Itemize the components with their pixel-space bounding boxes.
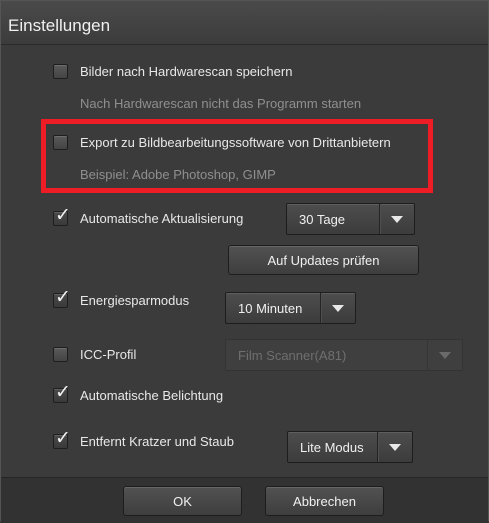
update-interval-dropdown[interactable]: 30 Tage bbox=[286, 203, 415, 235]
auto-exposure-checkbox[interactable]: ✓ bbox=[53, 383, 71, 403]
icc-profile-label: ICC-Profil bbox=[80, 347, 137, 362]
checkmark-icon: ✓ bbox=[55, 382, 71, 403]
hardware-scan-save-checkbox[interactable] bbox=[53, 64, 68, 79]
scratch-mode-dropdown[interactable]: Lite Modus bbox=[287, 431, 413, 463]
energy-saving-label: Energiesparmodus bbox=[80, 293, 190, 308]
title-bar: Einstellungen bbox=[1, 1, 488, 45]
checkmark-icon: ✓ bbox=[55, 428, 71, 449]
energy-timeout-dropdown[interactable]: 10 Minuten bbox=[225, 292, 356, 324]
scratch-removal-checkbox[interactable]: ✓ bbox=[53, 429, 71, 449]
hardware-scan-save-option[interactable]: Bilder nach Hardwarescan speichern bbox=[53, 64, 292, 79]
icc-profile-value: Film Scanner(A81) bbox=[238, 347, 347, 363]
auto-update-label: Automatische Aktualisierung bbox=[80, 211, 244, 226]
icc-profile-checkbox[interactable] bbox=[53, 347, 68, 362]
chevron-down-icon bbox=[428, 340, 462, 370]
energy-timeout-value: 10 Minuten bbox=[238, 300, 303, 316]
ok-button[interactable]: OK bbox=[123, 486, 242, 516]
auto-exposure-option[interactable]: ✓ Automatische Belichtung bbox=[53, 383, 224, 403]
cancel-button[interactable]: Abbrechen bbox=[265, 486, 384, 516]
energy-saving-option[interactable]: ✓ Energiesparmodus bbox=[53, 288, 190, 308]
update-interval-value: 30 Tage bbox=[299, 211, 346, 227]
auto-update-option[interactable]: ✓ Automatische Aktualisierung bbox=[53, 206, 244, 226]
checkmark-icon: ✓ bbox=[55, 287, 71, 308]
hardware-scan-hint: Nach Hardwarescan nicht das Programm sta… bbox=[80, 96, 362, 111]
scratch-mode-value: Lite Modus bbox=[300, 439, 364, 455]
dialog-footer: OK Abbrechen bbox=[1, 477, 488, 523]
auto-exposure-label: Automatische Belichtung bbox=[80, 388, 224, 403]
red-highlight-box bbox=[41, 119, 433, 193]
auto-update-checkbox[interactable]: ✓ bbox=[53, 206, 71, 226]
icc-profile-dropdown: Film Scanner(A81) bbox=[225, 339, 463, 371]
dialog-title: Einstellungen bbox=[8, 16, 111, 35]
energy-saving-checkbox[interactable]: ✓ bbox=[53, 288, 71, 308]
check-updates-button[interactable]: Auf Updates prüfen bbox=[228, 245, 419, 275]
chevron-down-icon bbox=[378, 432, 412, 462]
settings-dialog: Einstellungen Bilder nach Hardwarescan s… bbox=[0, 0, 489, 523]
checkmark-icon: ✓ bbox=[55, 205, 71, 226]
chevron-down-icon bbox=[380, 204, 414, 234]
chevron-down-icon bbox=[321, 293, 355, 323]
scratch-removal-label: Entfernt Kratzer und Staub bbox=[80, 434, 234, 449]
hardware-scan-save-label: Bilder nach Hardwarescan speichern bbox=[80, 64, 293, 79]
icc-profile-option[interactable]: ICC-Profil bbox=[53, 347, 136, 362]
scratch-removal-option[interactable]: ✓ Entfernt Kratzer und Staub bbox=[53, 429, 234, 449]
